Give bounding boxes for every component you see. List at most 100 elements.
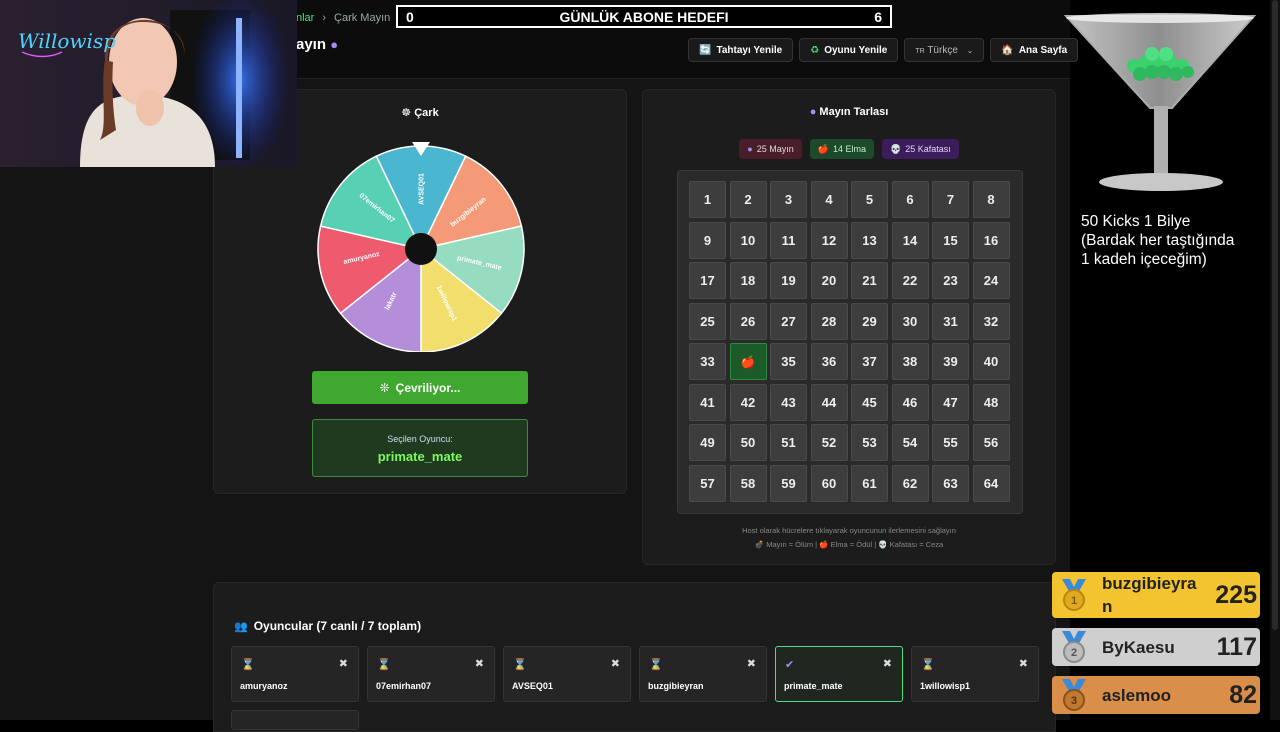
bronze-medal-icon: 3 (1062, 679, 1086, 711)
mine-cell[interactable]: 28 (810, 302, 848, 340)
mine-cell[interactable]: 3 (770, 181, 807, 218)
mine-cell[interactable]: 57 (689, 464, 726, 502)
remove-player-icon[interactable]: ✖ (883, 657, 892, 670)
mine-cell[interactable]: 10 (729, 221, 767, 259)
remove-player-icon[interactable]: ✖ (339, 657, 348, 670)
mine-cell[interactable]: 64 (972, 464, 1010, 502)
mine-cell[interactable]: 45 (851, 383, 888, 421)
scrollbar-thumb[interactable] (1272, 0, 1278, 630)
mine-cell[interactable]: 21 (851, 262, 888, 299)
mine-cell[interactable]: 2 (729, 181, 767, 218)
mine-cell[interactable]: 43 (770, 383, 807, 421)
mine-cell[interactable]: 47 (932, 383, 969, 421)
mine-cell[interactable]: 42 (729, 383, 767, 421)
refresh-game-button[interactable]: ♻ Oyunu Yenile (799, 38, 899, 62)
player-card[interactable]: ⌛ ✖ buzgibieyran (639, 646, 767, 702)
mine-cell[interactable]: 60 (810, 464, 848, 502)
mine-cell[interactable]: 32 (972, 302, 1010, 340)
page-scrollbar[interactable] (1270, 0, 1280, 720)
language-select[interactable]: TR Türkçe ⌄ (904, 38, 985, 62)
mine-cell[interactable]: 48 (972, 383, 1010, 421)
mine-cell[interactable]: 19 (770, 262, 807, 299)
mine-cell[interactable]: 9 (689, 221, 726, 259)
mine-cell[interactable]: 24 (972, 262, 1010, 299)
players-title: 👥 Oyuncular (7 canlı / 7 toplam) (234, 619, 421, 633)
recycle-icon: ♻ (810, 44, 820, 56)
mine-cell[interactable]: 49 (689, 424, 726, 461)
refresh-board-button[interactable]: 🔄 Tahtayı Yenile (688, 38, 794, 62)
apple-icon: 🍎 (817, 143, 829, 154)
hourglass-icon: ⌛ (513, 659, 527, 671)
mine-cell[interactable]: 30 (891, 302, 929, 340)
mine-cell[interactable]: 20 (810, 262, 848, 299)
player-name: primate_mate (784, 681, 843, 691)
mine-cell[interactable]: 46 (891, 383, 929, 421)
mine-cell[interactable]: 52 (810, 424, 848, 461)
mine-cell[interactable]: 38 (891, 343, 929, 380)
apple-count-badge: 🍎 14 Elma (809, 139, 874, 159)
mine-cell[interactable]: 6 (891, 181, 929, 218)
mine-cell[interactable]: 26 (729, 302, 767, 340)
player-card[interactable]: ⌛ ✖ 07emirhan07 (367, 646, 495, 702)
mine-cell[interactable]: 22 (891, 262, 929, 299)
mine-cell[interactable]: 7 (932, 181, 969, 218)
mine-cell[interactable]: 51 (770, 424, 807, 461)
spin-wheel[interactable]: AVSEQ01buzgibieyranprimate_mate1willowis… (316, 138, 526, 352)
player-card[interactable]: ⌛ ✖ amuryanoz (231, 646, 359, 702)
mine-cell[interactable]: 25 (689, 302, 726, 340)
mine-cell[interactable]: 53 (851, 424, 888, 461)
mine-cell[interactable]: 44 (810, 383, 848, 421)
mine-cell[interactable]: 23 (932, 262, 969, 299)
mine-cell[interactable]: 12 (810, 221, 848, 259)
mine-cell[interactable]: 36 (810, 343, 848, 380)
martini-glass-image (1063, 13, 1257, 191)
mine-cell[interactable]: 40 (972, 343, 1010, 380)
mine-cell[interactable]: 55 (932, 424, 969, 461)
mine-cell[interactable]: 56 (972, 424, 1010, 461)
mine-cell[interactable]: 61 (851, 464, 888, 502)
leaderboard-row: 3 aslemoo 82 (1052, 676, 1260, 714)
minefield-panel: ● Mayın Tarlası ● 25 Mayın 🍎 14 Elma 💀 25 K… (642, 89, 1056, 565)
mine-cell[interactable]: 15 (932, 221, 969, 259)
host-hint: Host olarak hücrelere tıklayarak oyuncun… (742, 526, 956, 535)
player-card[interactable]: ✔ ✖ primate_mate (775, 646, 903, 702)
mine-cell[interactable]: 16 (972, 221, 1010, 259)
mine-cell[interactable]: 37 (851, 343, 888, 380)
mine-cell[interactable]: 27 (770, 302, 807, 340)
mine-cell[interactable]: 50 (729, 424, 767, 461)
mine-cell[interactable]: 13 (851, 221, 888, 259)
mine-cell[interactable]: 63 (932, 464, 969, 502)
mine-cell[interactable]: 1 (689, 181, 726, 218)
spin-button[interactable]: ❊ Çevriliyor... (312, 371, 528, 404)
remove-player-icon[interactable]: ✖ (747, 657, 756, 670)
mine-cell[interactable]: 35 (770, 343, 807, 380)
player-card[interactable]: ⌛ ✖ AVSEQ01 (503, 646, 631, 702)
mine-cell[interactable]: 39 (932, 343, 969, 380)
mine-cell[interactable]: 58 (729, 464, 767, 502)
mine-cell[interactable]: 18 (729, 262, 767, 299)
breadcrumb-prev[interactable]: nlar (296, 12, 314, 24)
mine-cell[interactable]: 62 (891, 464, 929, 502)
mine-cell[interactable]: 31 (932, 302, 969, 340)
remove-player-icon[interactable]: ✖ (611, 657, 620, 670)
mine-cell[interactable]: 54 (891, 424, 929, 461)
mine-cell[interactable]: 17 (689, 262, 726, 299)
wheel-title-text: Çark (414, 107, 439, 119)
remove-player-icon[interactable]: ✖ (475, 657, 484, 670)
mine-cell[interactable]: 59 (770, 464, 807, 502)
player-card[interactable] (231, 710, 359, 730)
mine-cell[interactable]: 5 (851, 181, 888, 218)
wheel-segment-label: AVSEQ01 (419, 173, 426, 205)
mine-cell[interactable]: 29 (851, 302, 888, 340)
mine-cell[interactable]: 14 (891, 221, 929, 259)
language-label: Türkçe (927, 44, 958, 56)
mine-cell[interactable]: 41 (689, 383, 726, 421)
mine-cell[interactable]: 11 (770, 221, 807, 259)
mine-cell-apple[interactable]: 🍎 (729, 343, 767, 380)
mine-cell[interactable]: 8 (972, 181, 1010, 218)
remove-player-icon[interactable]: ✖ (1019, 657, 1028, 670)
wheel-icon: ☸ (401, 107, 412, 119)
mine-cell[interactable]: 4 (810, 181, 848, 218)
mine-cell[interactable]: 33 (689, 343, 726, 380)
player-card[interactable]: ⌛ ✖ 1willowisp1 (911, 646, 1039, 702)
